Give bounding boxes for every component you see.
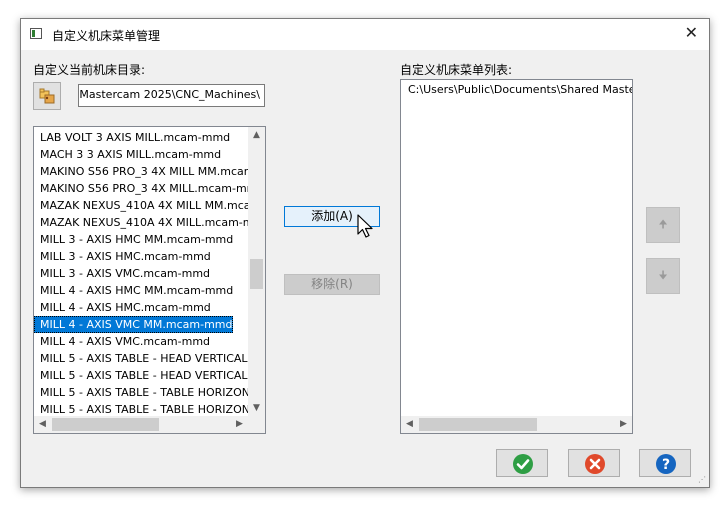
scroll-thumb[interactable] [250, 259, 263, 289]
list-item[interactable]: MILL 3 - AXIS HMC.mcam-mmd [34, 248, 211, 265]
list-item[interactable]: MAZAK NEXUS_410A 4X MILL.mcam-mmd [34, 214, 265, 231]
scroll-left-icon[interactable]: ◀ [401, 416, 418, 433]
list-item[interactable]: MACH 3 3 AXIS MILL.mcam-mmd [34, 146, 221, 163]
cancel-button[interactable] [568, 449, 620, 477]
help-button[interactable]: ? [639, 449, 691, 477]
green-check-icon [513, 454, 533, 474]
folder-browse-icon [39, 88, 55, 104]
scroll-corner [248, 416, 265, 433]
browse-folder-button[interactable] [33, 82, 61, 110]
list-item[interactable]: MAZAK NEXUS_410A 4X MILL MM.mcam-mmd [34, 197, 265, 214]
vertical-scrollbar[interactable]: ▲ ▼ [248, 127, 265, 417]
list-item[interactable]: C:\Users\Public\Documents\Shared Masterc… [408, 83, 632, 96]
machine-file-list[interactable]: LAB VOLT 3 AXIS MILL.mcam-mmd MACH 3 3 AX… [33, 126, 266, 434]
horizontal-scrollbar[interactable]: ◀ ▶ [34, 416, 265, 433]
list-item[interactable]: LAB VOLT 3 AXIS MILL.mcam-mmd [34, 129, 230, 146]
current-dir-value: C:\Users\Public\Documents\Shared Masterc… [79, 88, 260, 101]
list-item[interactable]: MILL 5 - AXIS TABLE - HEAD VERTICAL MM.m… [34, 350, 265, 367]
custom-menu-list[interactable]: C:\Users\Public\Documents\Shared Masterc… [400, 79, 633, 434]
list-item[interactable]: MILL 3 - AXIS HMC MM.mcam-mmd [34, 231, 233, 248]
window-title: 自定义机床菜单管理 [52, 29, 161, 43]
horizontal-scrollbar[interactable]: ◀ ▶ [401, 416, 632, 433]
list-item[interactable]: MAKINO S56 PRO_3 4X MILL.mcam-mmd [34, 180, 264, 197]
scroll-up-icon[interactable]: ▲ [248, 127, 265, 144]
list-item[interactable]: MILL 4 - AXIS HMC.mcam-mmd [34, 299, 211, 316]
app-icon [30, 28, 42, 39]
arrow-down-icon: 🠋 [658, 269, 668, 282]
list-item[interactable]: MAKINO S56 PRO_3 4X MILL MM.mcam-mmd [34, 163, 265, 180]
h-scroll-thumb[interactable] [52, 418, 159, 431]
close-icon[interactable]: ✕ [685, 24, 698, 42]
list-item[interactable]: MILL 3 - AXIS VMC.mcam-mmd [34, 265, 210, 282]
current-dir-label: 自定义当前机床目录: [33, 63, 146, 77]
list-item[interactable]: MILL 5 - AXIS TABLE - TABLE HORIZONTAL M… [34, 384, 265, 401]
blue-question-icon: ? [656, 454, 676, 474]
scroll-down-icon[interactable]: ▼ [248, 400, 265, 417]
list-item[interactable]: MILL 4 - AXIS VMC.mcam-mmd [34, 333, 210, 350]
list-item[interactable]: MILL 4 - AXIS VMC MM.mcam-mmd [34, 316, 233, 333]
machine-menu-dialog: 自定义机床菜单管理 ✕ 自定义当前机床目录: C:\Users\Public\D… [20, 18, 710, 488]
current-dir-field[interactable]: C:\Users\Public\Documents\Shared Masterc… [78, 84, 265, 107]
svg-text:?: ? [662, 457, 670, 473]
list-item[interactable]: MILL 5 - AXIS TABLE - HEAD VERTICAL.mcam… [34, 367, 265, 384]
menu-list-label: 自定义机床菜单列表: [400, 63, 513, 77]
scroll-left-icon[interactable]: ◀ [34, 416, 51, 433]
ok-button[interactable] [496, 449, 548, 477]
move-up-button[interactable]: 🠉 [646, 207, 680, 243]
h-scroll-thumb[interactable] [419, 418, 537, 431]
list-item[interactable]: MILL 4 - AXIS HMC MM.mcam-mmd [34, 282, 233, 299]
move-down-button[interactable]: 🠋 [646, 258, 680, 294]
red-x-icon [585, 454, 605, 474]
title-bar: 自定义机床菜单管理 ✕ [21, 19, 709, 50]
resize-grip-icon[interactable]: ⋰ [698, 475, 706, 484]
scroll-right-icon[interactable]: ▶ [231, 416, 248, 433]
remove-button[interactable]: 移除(R) [284, 274, 380, 295]
arrow-up-icon: 🠉 [658, 218, 668, 231]
mouse-cursor-icon [357, 214, 373, 238]
scroll-right-icon[interactable]: ▶ [615, 416, 632, 433]
